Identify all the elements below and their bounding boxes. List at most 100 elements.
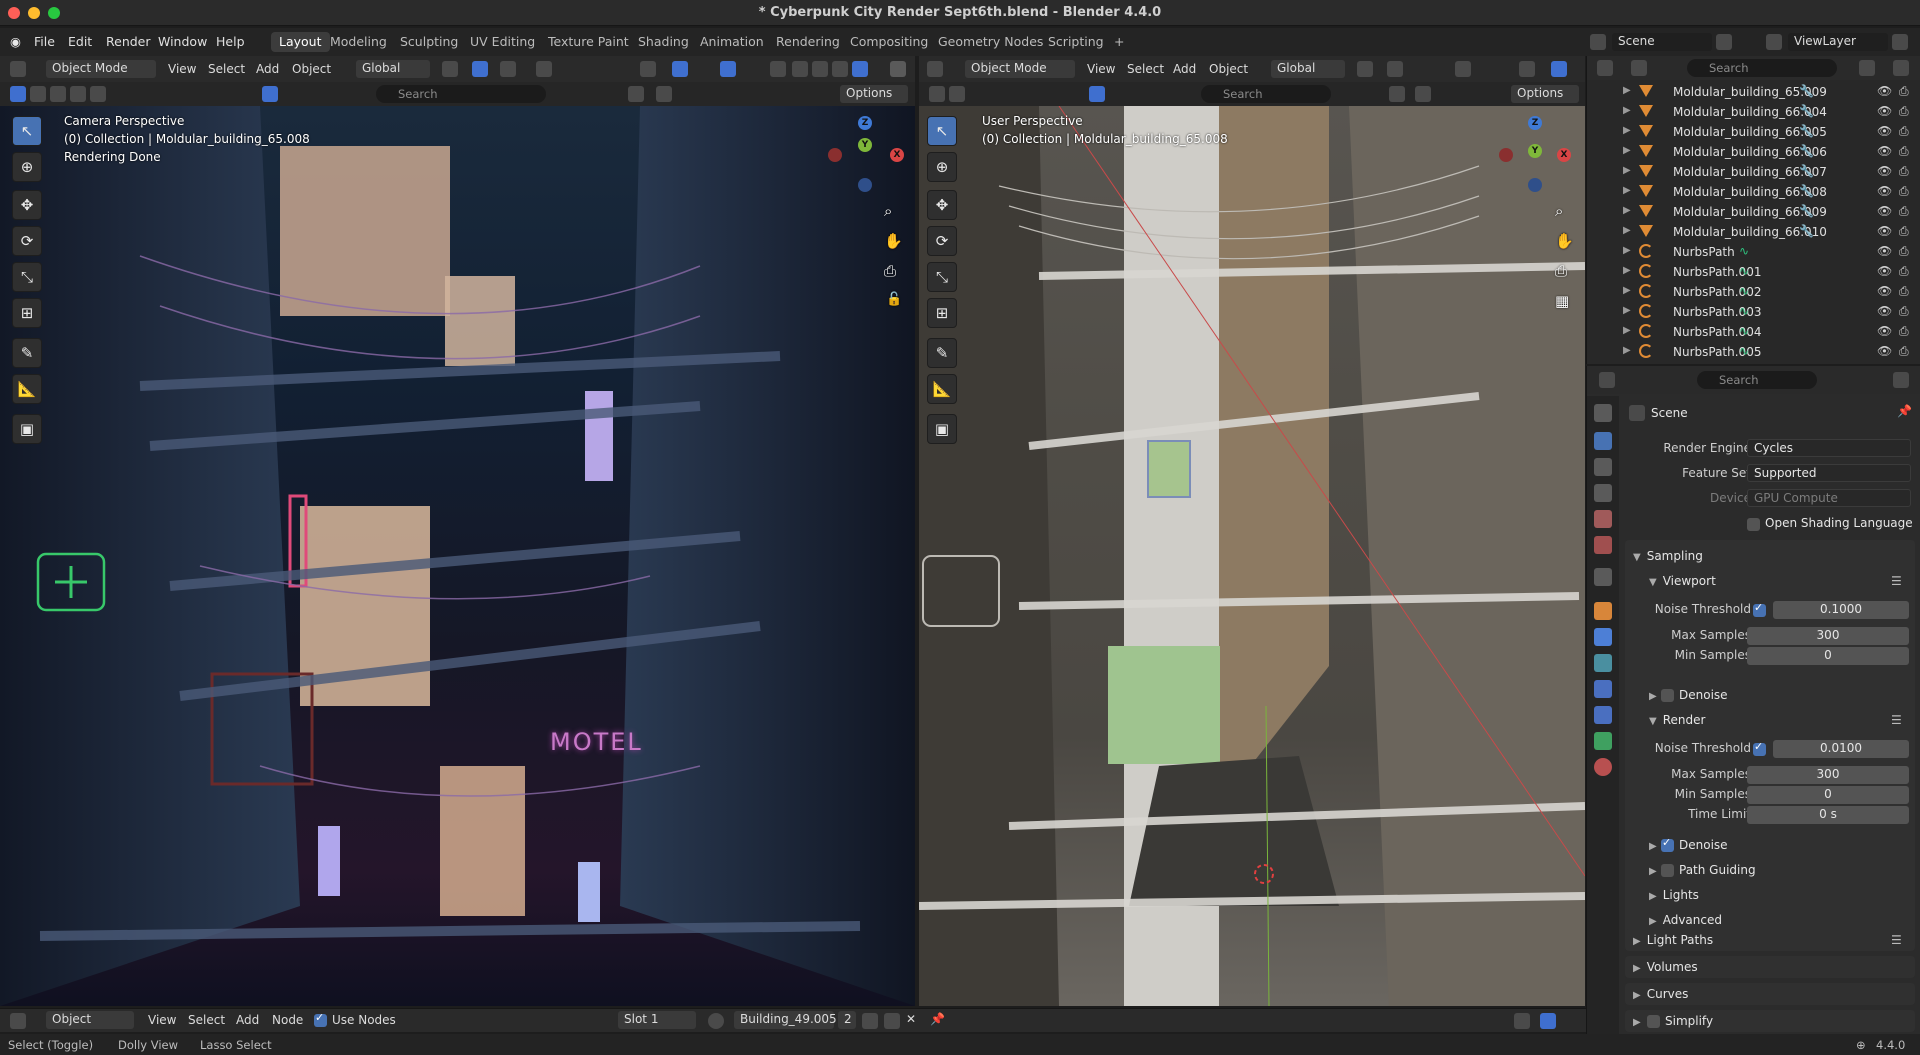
xray-icon[interactable] <box>770 61 786 77</box>
add-workspace-button[interactable]: + <box>1106 32 1132 52</box>
modifier-wrench-icon[interactable]: 🔧 <box>1799 124 1814 138</box>
simplify-header[interactable]: ▶ <box>1633 1014 1647 1028</box>
right-editor-type-icon[interactable] <box>927 61 943 77</box>
outliner-row[interactable]: ▶ Moldular_building_66.010 🔧 👁 ⎙ <box>1587 222 1920 242</box>
left-menu-object[interactable]: Object <box>292 62 331 76</box>
visibility-eye-icon[interactable]: 👁 <box>1877 124 1892 138</box>
outliner-row[interactable]: ▶ Moldular_building_66.005 🔧 👁 ⎙ <box>1587 122 1920 142</box>
unlink-material-icon[interactable]: ✕ <box>906 1012 916 1026</box>
render-camera-icon[interactable]: ⎙ <box>1899 244 1909 259</box>
tab-uv-editing[interactable]: UV Editing <box>462 32 543 52</box>
cursor-tool[interactable]: ⊕ <box>12 152 42 182</box>
render-camera-icon[interactable]: ⎙ <box>1899 104 1909 119</box>
viewport-min-samples-field[interactable]: 0 <box>1747 647 1909 665</box>
right-visibility-icon[interactable] <box>1519 61 1535 77</box>
view-layer-tab-icon[interactable] <box>1594 484 1612 502</box>
object-tab-icon[interactable] <box>1594 602 1612 620</box>
visibility-eye-icon[interactable]: 👁 <box>1877 344 1892 358</box>
outliner-row[interactable]: ▶ Moldular_building_66.007 🔧 👁 ⎙ <box>1587 162 1920 182</box>
outliner-row[interactable]: ▶ Moldular_building_66.009 🔧 👁 ⎙ <box>1587 202 1920 222</box>
output-tab-icon[interactable] <box>1594 458 1612 476</box>
right-menu-view[interactable]: View <box>1087 62 1115 76</box>
scale-tool[interactable]: ⤡ <box>12 262 42 292</box>
rendered-shading-icon[interactable] <box>852 61 868 77</box>
left-viewport-search[interactable]: Search <box>376 85 546 103</box>
left-menu-select[interactable]: Select <box>208 62 245 76</box>
render-min-samples-field[interactable]: 0 <box>1747 786 1909 804</box>
viewport-presets-icon[interactable]: ☰ <box>1891 574 1902 588</box>
right-scale-tool[interactable]: ⤡ <box>927 262 957 292</box>
data-tab-icon[interactable] <box>1594 732 1612 750</box>
render-max-samples-field[interactable]: 300 <box>1747 766 1909 784</box>
gizmo-neg-z-axis[interactable] <box>858 178 872 192</box>
constraints-tab-icon[interactable] <box>1594 706 1612 724</box>
viewport-subpanel-header[interactable]: ▼ Viewport <box>1649 574 1716 588</box>
tab-texture-paint[interactable]: Texture Paint <box>540 32 637 52</box>
shield-icon[interactable] <box>656 86 672 102</box>
visibility-eye-icon[interactable]: 👁 <box>1877 204 1892 218</box>
properties-options-icon[interactable] <box>1893 372 1909 388</box>
lights-subpanel-header[interactable]: ▶ Lights <box>1649 888 1699 902</box>
right-rotate-tool[interactable]: ⟳ <box>927 226 957 256</box>
viewport-noise-threshold-checkbox[interactable] <box>1753 601 1766 617</box>
properties-search[interactable]: Search <box>1697 371 1817 389</box>
right-viewport-user-perspective[interactable]: User Perspective (0) Collection | Moldul… <box>919 106 1585 1006</box>
simplify-checkbox[interactable] <box>1647 1015 1660 1028</box>
left-orientation-dropdown[interactable]: Global <box>356 60 430 78</box>
filter-mesh-icon[interactable] <box>262 86 278 102</box>
editor-type-icon[interactable] <box>10 61 26 77</box>
render-noise-threshold-checkbox[interactable] <box>1753 740 1766 756</box>
snap-target-icon[interactable] <box>500 61 516 77</box>
render-presets-icon[interactable]: ☰ <box>1891 713 1902 727</box>
modifier-wrench-icon[interactable]: 🔧 <box>1799 224 1814 238</box>
visibility-eye-icon[interactable]: 👁 <box>1877 284 1892 298</box>
modifiers-tab-icon[interactable] <box>1594 628 1612 646</box>
expand-arrow-icon[interactable]: ▶ <box>1623 285 1631 296</box>
render-noise-threshold-field[interactable]: 0.0100 <box>1773 740 1909 758</box>
solid-shading-icon[interactable] <box>812 61 828 77</box>
right-gizmo-neg-x-axis[interactable] <box>1499 148 1513 162</box>
left-menu-add[interactable]: Add <box>256 62 279 76</box>
outliner-row[interactable]: ▶ NurbsPath.003 ∿ 👁 ⎙ <box>1587 302 1920 322</box>
curve-data-icon[interactable]: ∿ <box>1739 344 1749 358</box>
visibility-eye-icon[interactable]: 👁 <box>1877 104 1892 118</box>
right-gizmo-toggle-icon[interactable] <box>1551 61 1567 77</box>
outliner-row[interactable]: ▶ NurbsPath.005 ∿ 👁 ⎙ <box>1587 342 1920 362</box>
right-annotate-tool[interactable]: ✎ <box>927 338 957 368</box>
right-shield-icon[interactable] <box>1415 86 1431 102</box>
overlay-toggle-icon[interactable] <box>720 61 736 77</box>
expand-arrow-icon[interactable]: ▶ <box>1623 225 1631 236</box>
select-box-mode-icon[interactable] <box>10 86 26 102</box>
right-mode-dropdown[interactable]: Object Mode <box>965 60 1075 78</box>
physics-tab-icon[interactable] <box>1594 680 1612 698</box>
curve-data-icon[interactable]: ∿ <box>1739 264 1749 278</box>
render-camera-icon[interactable]: ⎙ <box>1899 184 1909 199</box>
visibility-eye-icon[interactable]: 👁 <box>1877 304 1892 318</box>
collection-tab-icon[interactable] <box>1594 568 1612 586</box>
tab-scripting[interactable]: Scripting <box>1040 32 1112 52</box>
menu-window[interactable]: Window <box>158 34 207 49</box>
feature-set-dropdown[interactable]: Supported <box>1747 464 1911 482</box>
right-menu-add[interactable]: Add <box>1173 62 1196 76</box>
view-layer-selector[interactable]: ViewLayer <box>1788 33 1888 51</box>
blender-logo-icon[interactable]: ◉ <box>10 34 21 49</box>
material-users-count[interactable]: 2 <box>838 1011 856 1029</box>
right-menu-select[interactable]: Select <box>1127 62 1164 76</box>
pan-hand-icon[interactable]: ✋ <box>884 232 903 250</box>
right-proportional-edit-icon[interactable] <box>1455 61 1471 77</box>
right-gizmo-y-axis[interactable]: Y <box>1528 144 1542 158</box>
render-denoise-checkbox[interactable] <box>1661 836 1674 852</box>
right-camera-view-icon[interactable]: ⎙ <box>1555 262 1567 280</box>
select-extend-icon[interactable] <box>30 86 46 102</box>
expand-arrow-icon[interactable]: ▶ <box>1623 125 1631 136</box>
world-tab-icon[interactable] <box>1594 536 1612 554</box>
advanced-subpanel-header[interactable]: ▶ Advanced <box>1649 913 1722 927</box>
tab-animation[interactable]: Animation <box>692 32 772 52</box>
visibility-icon[interactable] <box>640 61 656 77</box>
left-viewport-camera-render[interactable]: Camera Perspective (0) Collection | Mold… <box>0 106 915 1006</box>
transform-tool[interactable]: ⊞ <box>12 298 42 328</box>
light-paths-header[interactable]: ▶ Light Paths <box>1633 933 1713 947</box>
right-viewport-search[interactable]: Search <box>1201 85 1331 103</box>
annotate-tool[interactable]: ✎ <box>12 338 42 368</box>
left-mode-dropdown[interactable]: Object Mode <box>46 60 156 78</box>
